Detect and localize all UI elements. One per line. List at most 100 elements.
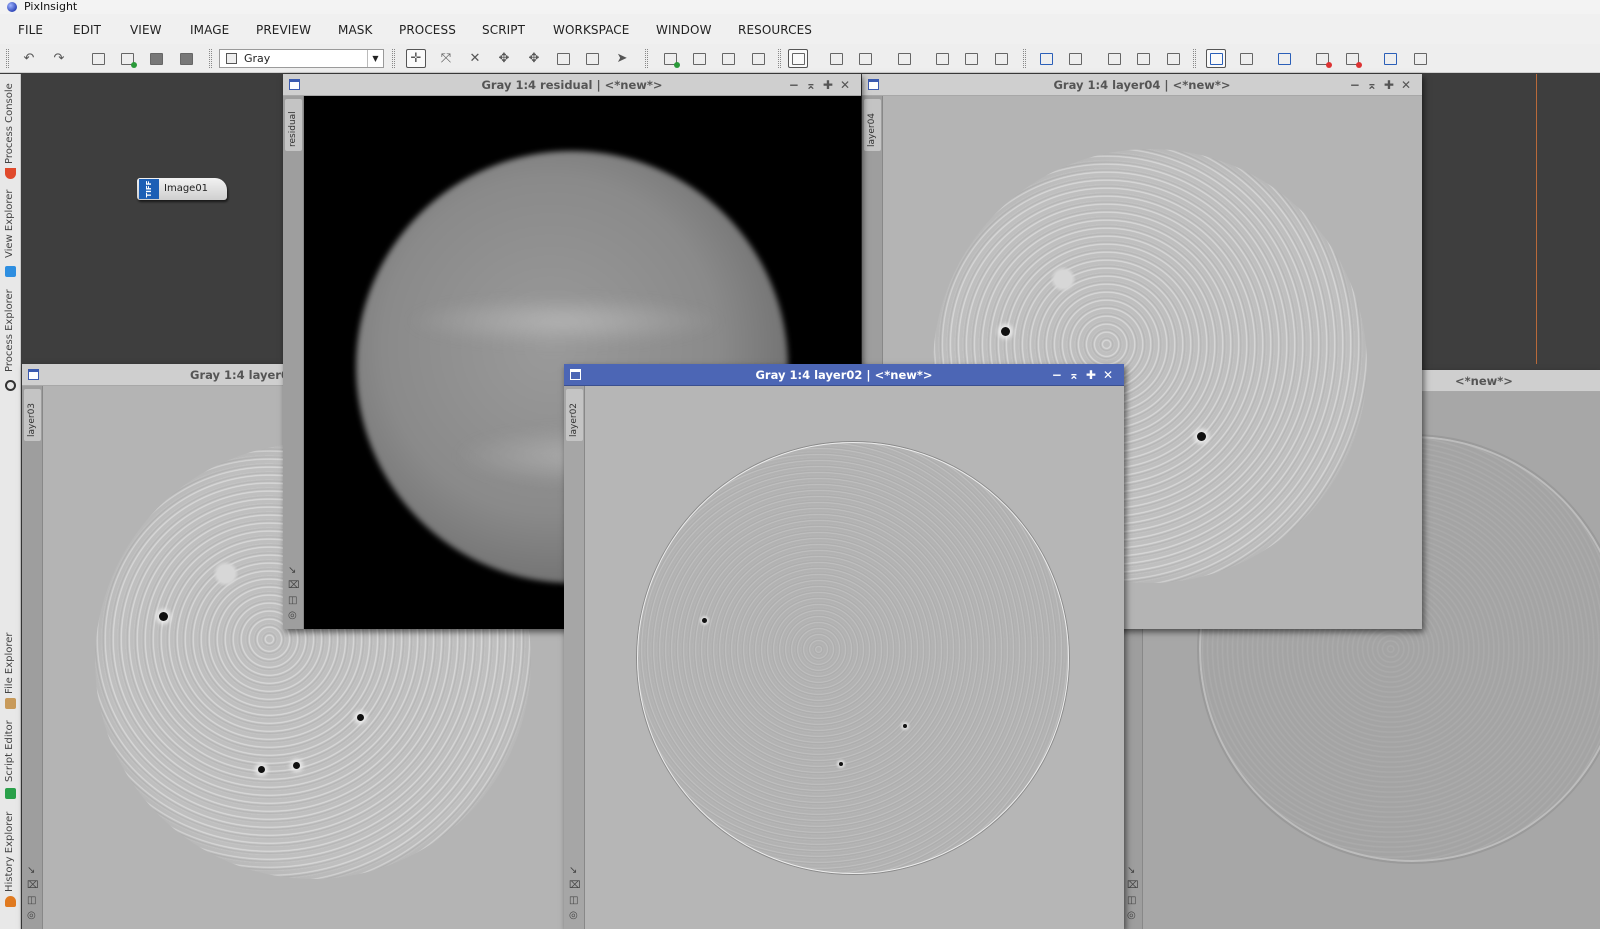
toolbar-grip[interactable] xyxy=(1023,49,1026,68)
undo-icon[interactable]: ↶ xyxy=(19,49,39,68)
image-canvas[interactable] xyxy=(585,386,1124,929)
menu-edit[interactable]: EDIT xyxy=(73,23,101,37)
app-title-bar: PixInsight xyxy=(0,0,1600,14)
menu-process[interactable]: PROCESS xyxy=(399,23,456,37)
toolbar-grip[interactable] xyxy=(209,49,212,68)
window-buttons[interactable]: −⌅✚✕ xyxy=(789,74,857,96)
new-preview-icon[interactable] xyxy=(660,49,680,68)
window-icon[interactable] xyxy=(1133,49,1153,68)
window-icon[interactable] xyxy=(1104,49,1124,68)
bright-region xyxy=(404,296,724,346)
window-icon[interactable] xyxy=(868,79,879,90)
save-icon[interactable] xyxy=(146,49,166,68)
view-id-tab[interactable]: layer02 xyxy=(566,389,583,441)
view-tools: ↘ ⌧ ◫ ◎ xyxy=(27,865,39,921)
window-title: Gray 1:4 layer02 | <*new*> xyxy=(755,368,933,382)
tab-process-console[interactable]: Process Console xyxy=(0,74,21,184)
window-title-bar[interactable]: Gray 1:4 residual | <*new*> −⌅✚✕ xyxy=(283,74,861,96)
chevron-down-icon[interactable]: ▼ xyxy=(367,50,383,67)
window-buttons[interactable]: −⌅✚✕ xyxy=(1052,364,1120,386)
window-buttons[interactable]: −⌅✚✕ xyxy=(1350,74,1418,96)
mask-view-icon[interactable] xyxy=(788,49,808,68)
menu-view[interactable]: VIEW xyxy=(130,23,162,37)
redo-icon[interactable]: ↷ xyxy=(49,49,69,68)
menu-resources[interactable]: RESOURCES xyxy=(738,23,812,37)
crosshair-icon[interactable]: ✛ xyxy=(406,49,426,68)
mask-icon[interactable] xyxy=(826,49,846,68)
image-icon-image01[interactable]: TIFF Image01 xyxy=(137,178,227,200)
monitor-icon[interactable] xyxy=(1274,49,1294,68)
window-icon[interactable] xyxy=(28,369,39,380)
toolbar-grip[interactable] xyxy=(392,49,395,68)
sunspot xyxy=(258,766,265,773)
window-title-bar[interactable]: Gray 1:4 layer04 | <*new*> −⌅✚✕ xyxy=(862,74,1422,96)
zoom-in-icon[interactable]: ✥ xyxy=(494,49,514,68)
sunspot xyxy=(903,724,907,728)
tab-script-editor[interactable]: Script Editor xyxy=(0,714,21,804)
explorer-icon[interactable] xyxy=(1036,49,1056,68)
tab-label: Script Editor xyxy=(4,720,15,782)
open-icon[interactable] xyxy=(117,49,137,68)
sunspot xyxy=(293,762,300,769)
preview-mode-icon[interactable] xyxy=(582,49,602,68)
edit-preview-icon[interactable] xyxy=(689,49,709,68)
zoom-fit-icon[interactable]: ⤧ xyxy=(436,49,456,68)
monitor-icon[interactable] xyxy=(1206,49,1226,68)
menu-bar: FILE EDIT VIEW IMAGE PREVIEW MASK PROCES… xyxy=(0,14,1600,44)
mask-icon[interactable] xyxy=(855,49,875,68)
image-window-layer02[interactable]: Gray 1:4 layer02 | <*new*> −⌅✚✕ layer02 … xyxy=(564,364,1124,929)
screen-icon[interactable] xyxy=(1380,49,1400,68)
workspace[interactable]: TIFF Image01 <*new*> ↘ ⌧ ◫ ◎ Gray 1:4 layer… xyxy=(22,74,1600,929)
tab-file-explorer[interactable]: File Explorer xyxy=(0,622,21,712)
image-selector-value: Gray xyxy=(244,52,271,65)
view-id-tab[interactable]: layer03 xyxy=(24,389,41,441)
sun-disk xyxy=(637,442,1069,874)
window-title-bar[interactable]: Gray 1:4 layer02 | <*new*> −⌅✚✕ xyxy=(564,364,1124,386)
menu-script[interactable]: SCRIPT xyxy=(482,23,525,37)
window-icon[interactable] xyxy=(289,79,300,90)
view-id-tab[interactable]: layer04 xyxy=(864,99,881,151)
view-id-tab[interactable]: residual xyxy=(285,99,302,151)
preview-delete-icon[interactable] xyxy=(748,49,768,68)
menu-mask[interactable]: MASK xyxy=(338,23,372,37)
toolbar-grip[interactable] xyxy=(6,49,9,68)
mask-icon[interactable] xyxy=(894,49,914,68)
process-icon[interactable] xyxy=(991,49,1011,68)
toolbar-grip[interactable] xyxy=(645,49,648,68)
script-editor-icon xyxy=(5,788,16,799)
view-id-label: layer02 xyxy=(569,402,579,437)
readout-icon[interactable] xyxy=(553,49,573,68)
menu-file[interactable]: FILE xyxy=(18,23,43,37)
screen-red-icon[interactable] xyxy=(1312,49,1332,68)
tab-history-explorer[interactable]: History Explorer xyxy=(0,806,21,929)
zoom-out-icon[interactable]: ✕ xyxy=(465,49,485,68)
toolbar-grip[interactable] xyxy=(778,49,781,68)
pan-icon[interactable]: ✥ xyxy=(524,49,544,68)
explorer-icon[interactable] xyxy=(1065,49,1085,68)
main-toolbar: ↶ ↷ Gray ▼ ✛ ⤧ ✕ ✥ ✥ ➤ xyxy=(0,44,1600,73)
monitor-settings-icon[interactable] xyxy=(1236,49,1256,68)
gear-icon xyxy=(5,380,16,391)
view-id-label: layer04 xyxy=(867,112,877,147)
window-icon[interactable] xyxy=(570,369,581,380)
tab-view-explorer[interactable]: View Explorer xyxy=(0,184,21,284)
view-strip: layer02 ↘ ⌧ ◫ ◎ xyxy=(564,386,585,929)
pointer-icon[interactable]: ➤ xyxy=(612,49,632,68)
menu-window[interactable]: WINDOW xyxy=(656,23,712,37)
screen-settings-icon[interactable] xyxy=(1410,49,1430,68)
menu-preview[interactable]: PREVIEW xyxy=(256,23,311,37)
image-selector-dropdown[interactable]: Gray ▼ xyxy=(219,49,384,68)
save-as-icon[interactable] xyxy=(176,49,196,68)
window-icon[interactable] xyxy=(1163,49,1183,68)
tab-process-explorer[interactable]: Process Explorer xyxy=(0,284,21,394)
process-icon[interactable] xyxy=(932,49,952,68)
tab-label: File Explorer xyxy=(4,632,15,694)
screen-red-icon[interactable] xyxy=(1342,49,1362,68)
process-icon[interactable] xyxy=(961,49,981,68)
file-explorer-icon xyxy=(5,698,16,709)
menu-workspace[interactable]: WORKSPACE xyxy=(553,23,629,37)
toolbar-grip[interactable] xyxy=(1193,49,1196,68)
menu-image[interactable]: IMAGE xyxy=(190,23,229,37)
preview-tool-icon[interactable] xyxy=(718,49,738,68)
new-image-icon[interactable] xyxy=(88,49,108,68)
